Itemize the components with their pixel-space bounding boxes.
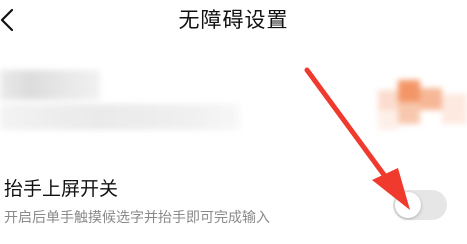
page-title: 无障碍设置 — [178, 8, 289, 32]
header: 无障碍设置 — [0, 0, 467, 42]
lift-to-commit-toggle[interactable] — [393, 190, 447, 220]
setting-title: 抬手上屏开关 — [4, 178, 119, 200]
setting-description: 开启后单手触摸候选字并抬手即可完成输入 — [4, 210, 270, 226]
blurred-content-right — [378, 80, 467, 138]
toggle-knob — [395, 192, 421, 218]
blurred-content-left — [0, 70, 240, 134]
